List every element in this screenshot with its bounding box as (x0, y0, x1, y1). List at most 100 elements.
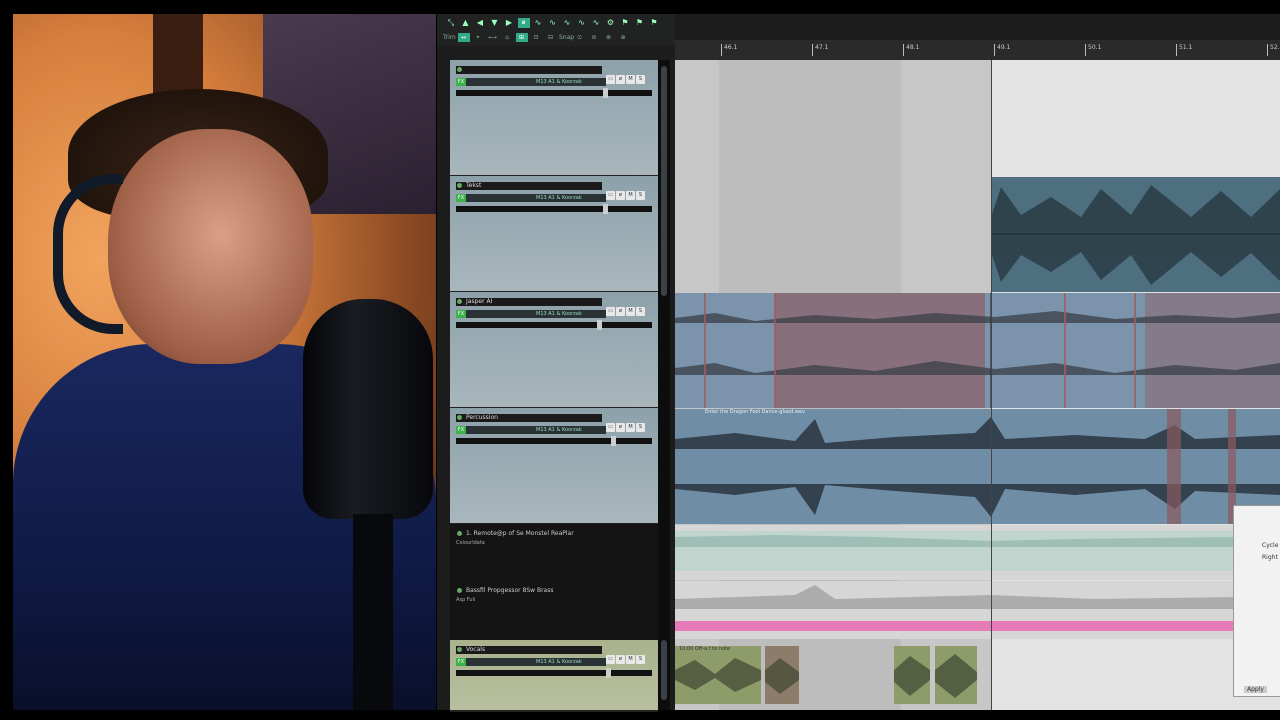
toolbar-icon[interactable]: ∿ (576, 18, 588, 28)
volume-fader[interactable] (456, 88, 652, 98)
toolbar-toggle[interactable]: Snap (559, 33, 574, 42)
toolbar-toggle[interactable]: Trim (443, 33, 456, 42)
track-panel[interactable]: ▭øMSM13 A1 & KoorzakFX20 (450, 60, 666, 177)
toolbar-icon[interactable]: ◀ (474, 18, 486, 28)
track-io[interactable]: M13 A1 & Koorzak (456, 310, 606, 318)
popup-apply-button[interactable]: Apply (1244, 686, 1267, 693)
mute-button[interactable]: M (626, 307, 635, 316)
side-popup-window[interactable]: Cycle Right Apply (1233, 505, 1280, 697)
toolbar-toggle[interactable]: ⊘ (588, 33, 600, 42)
toolbar-icon[interactable]: ▶ (503, 18, 515, 28)
toolbar-toggle[interactable]: ⊡ (530, 33, 542, 42)
folder-name[interactable]: Bassfil Propgessor 8Sw Brass (456, 587, 596, 595)
folder-track-panel[interactable]: 1. Remote@p of Se Monstel ReaPlar Colourl… (450, 524, 670, 580)
phase-button[interactable]: ø (616, 423, 625, 432)
fx-button[interactable]: FX (456, 426, 466, 434)
toolbar-toggle[interactable]: ⊟ (545, 33, 557, 42)
track-name[interactable]: Tekst (456, 182, 602, 190)
phase-button[interactable]: ø (616, 655, 625, 664)
solo-button[interactable]: S (636, 191, 645, 200)
track-panel[interactable]: Tekst▭øMSM13 A1 & KoorzakFX23 (450, 176, 666, 293)
toolbar-toggle[interactable]: ⊞ (515, 33, 528, 42)
solo-button[interactable]: S (636, 655, 645, 664)
record-arm-icon[interactable] (457, 183, 462, 188)
toolbar-toggle[interactable]: ⊕ (617, 33, 629, 42)
toolbar-icon[interactable]: ⏸ (517, 18, 530, 28)
fx-button[interactable]: FX (456, 78, 466, 86)
record-arm-icon[interactable] (457, 299, 462, 304)
scrollbar-thumb[interactable] (661, 66, 667, 296)
volume-fader[interactable] (456, 668, 652, 678)
volume-fader[interactable] (456, 320, 652, 330)
solo-button[interactable]: S (636, 307, 645, 316)
track-name[interactable]: Percussion (456, 414, 602, 422)
folder-track-panel[interactable]: Bassfil Propgessor 8Sw Brass Asp Fuli (450, 581, 670, 637)
route-button[interactable]: ▭ (606, 423, 615, 432)
phase-button[interactable]: ø (616, 307, 625, 316)
track-panel[interactable]: Percussion▭øMSM13 A1 & KoorzakFX25 (450, 408, 666, 525)
audio-item-percussion[interactable]: Enter the Dragon Fool Dance-glued.wav (675, 409, 1280, 524)
route-button[interactable]: ▭ (606, 191, 615, 200)
track-panel[interactable]: Jasper AI▭øMSM13 A1 & KoorzakFX24 (450, 292, 666, 409)
track-name[interactable]: Vocals (456, 646, 602, 654)
toolbar-icon[interactable]: ▲ (460, 18, 472, 28)
phase-button[interactable]: ø (616, 75, 625, 84)
ruler-mark: 48.1 (903, 44, 919, 56)
fader-knob[interactable] (603, 88, 608, 98)
fader-knob[interactable] (597, 320, 602, 330)
toolbar-icon[interactable]: ▼ (489, 18, 501, 28)
track-io[interactable]: M13 A1 & Koorzak (456, 658, 606, 666)
envelope-bar[interactable] (675, 621, 1235, 631)
audio-item-jasper[interactable] (675, 293, 1280, 408)
fader-knob[interactable] (611, 436, 616, 446)
arrange-view[interactable]: Enter the Dragon Fool Dance-glued.wav 10… (675, 60, 1280, 710)
toolbar-icon[interactable]: ⚑ (619, 18, 631, 28)
audio-item-tekst[interactable] (991, 177, 1280, 292)
timeline-ruler[interactable]: 46.1 47.1 48.1 49.1 50.1 51.1 52.1 (675, 40, 1280, 61)
toolbar-icon[interactable]: ∿ (561, 18, 573, 28)
route-button[interactable]: ▭ (606, 655, 615, 664)
track-name[interactable] (456, 66, 602, 74)
volume-fader[interactable] (456, 436, 652, 446)
track-panel-vocals[interactable]: Vocals ▭ ø M S M13 A1 & Koorzak FX (450, 640, 658, 712)
toolbar-icon[interactable]: ⤡ (445, 18, 457, 28)
record-arm-icon[interactable] (457, 67, 462, 72)
fader-knob[interactable] (603, 204, 608, 214)
track-io[interactable]: M13 A1 & Koorzak (456, 78, 606, 86)
toolbar-icon[interactable]: ⚙ (605, 18, 617, 28)
fx-button[interactable]: FX (456, 310, 466, 318)
route-button[interactable]: ▭ (606, 75, 615, 84)
toolbar-toggle[interactable]: ⌖ (472, 33, 484, 42)
fx-button[interactable]: FX (456, 658, 466, 666)
solo-button[interactable]: S (636, 423, 645, 432)
mute-button[interactable]: M (626, 191, 635, 200)
record-arm-icon[interactable] (457, 647, 462, 652)
toolbar-toggle[interactable]: ⟷ (487, 33, 499, 42)
solo-button[interactable]: S (636, 75, 645, 84)
toolbar-toggle[interactable]: ⌂ (501, 33, 513, 42)
mute-button[interactable]: M (626, 423, 635, 432)
track-io[interactable]: M13 A1 & Koorzak (456, 426, 606, 434)
toolbar-icon[interactable]: ∿ (547, 18, 559, 28)
tcp-scrollbar[interactable] (658, 60, 670, 710)
volume-fader[interactable] (456, 204, 652, 214)
scrollbar-thumb-lower[interactable] (661, 640, 667, 700)
folder-name[interactable]: 1. Remote@p of Se Monstel ReaPlar (456, 530, 596, 538)
toolbar-icon[interactable]: ∿ (532, 18, 544, 28)
toolbar-icon[interactable]: ⚑ (648, 18, 660, 28)
toolbar-toggle[interactable]: ↔ (457, 33, 470, 42)
fader-knob[interactable] (606, 668, 611, 678)
record-arm-icon[interactable] (457, 415, 462, 420)
edit-cursor[interactable] (991, 60, 992, 710)
track-io[interactable]: M13 A1 & Koorzak (456, 194, 606, 202)
toolbar-toggle[interactable]: ⊙ (574, 33, 586, 42)
route-button[interactable]: ▭ (606, 307, 615, 316)
mute-button[interactable]: M (626, 75, 635, 84)
fx-button[interactable]: FX (456, 194, 466, 202)
toolbar-icon[interactable]: ∿ (590, 18, 602, 28)
track-name[interactable]: Jasper AI (456, 298, 602, 306)
toolbar-icon[interactable]: ⚑ (634, 18, 646, 28)
mute-button[interactable]: M (626, 655, 635, 664)
phase-button[interactable]: ø (616, 191, 625, 200)
toolbar-toggle[interactable]: ⊗ (603, 33, 615, 42)
